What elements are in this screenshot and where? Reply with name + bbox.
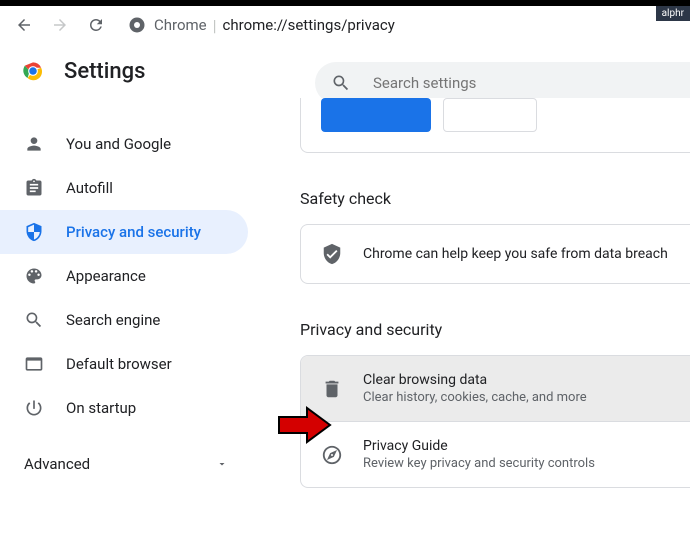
settings-content: Safety check Chrome can help keep you sa… xyxy=(260,98,690,529)
safety-check-title: Safety check xyxy=(300,189,690,208)
sidebar-item-autofill[interactable]: Autofill xyxy=(0,166,248,210)
clipboard-icon xyxy=(24,178,44,198)
search-input[interactable] xyxy=(373,74,674,92)
address-bar[interactable]: Chrome | chrome://settings/privacy xyxy=(128,10,682,40)
shield-icon xyxy=(24,222,44,242)
trash-icon xyxy=(321,378,343,400)
clear-browsing-data-item[interactable]: Clear browsing data Clear history, cooki… xyxy=(301,356,690,421)
sidebar-item-label: On startup xyxy=(66,399,136,417)
safety-check-card[interactable]: Chrome can help keep you safe from data … xyxy=(300,224,690,284)
sidebar-item-privacy[interactable]: Privacy and security xyxy=(0,210,248,254)
reload-button[interactable] xyxy=(80,9,112,41)
sidebar-item-you-and-google[interactable]: You and Google xyxy=(0,122,248,166)
privacy-guide-desc: Review key privacy and security controls xyxy=(363,456,670,471)
sidebar-item-label: Privacy and security xyxy=(66,223,201,241)
reload-icon xyxy=(87,16,105,34)
sidebar-item-label: Appearance xyxy=(66,267,146,285)
chevron-down-icon xyxy=(216,458,228,470)
compass-icon xyxy=(321,444,343,466)
back-button[interactable] xyxy=(8,9,40,41)
sidebar-item-label: You and Google xyxy=(66,135,171,153)
clear-data-desc: Clear history, cookies, cache, and more xyxy=(363,390,670,405)
sidebar-item-appearance[interactable]: Appearance xyxy=(0,254,248,298)
clear-data-title: Clear browsing data xyxy=(363,372,670,388)
privacy-section-title: Privacy and security xyxy=(300,320,690,339)
sidebar-item-default-browser[interactable]: Default browser xyxy=(0,342,248,386)
chrome-info-icon xyxy=(128,16,146,34)
safety-check-text: Chrome can help keep you safe from data … xyxy=(363,246,668,262)
url-path: chrome://settings/privacy xyxy=(223,16,395,34)
url-separator: | xyxy=(213,16,217,35)
back-arrow-icon xyxy=(15,16,33,34)
person-icon xyxy=(24,134,44,154)
forward-arrow-icon xyxy=(51,16,69,34)
verified-shield-icon xyxy=(321,243,343,265)
browser-toolbar: Chrome | chrome://settings/privacy xyxy=(0,6,690,44)
forward-button[interactable] xyxy=(44,9,76,41)
chrome-logo-icon xyxy=(20,58,46,84)
sidebar-advanced-toggle[interactable]: Advanced xyxy=(0,442,260,486)
primary-button-partial[interactable] xyxy=(321,98,431,132)
search-icon xyxy=(331,73,351,93)
page-title: Settings xyxy=(64,59,145,84)
advanced-label: Advanced xyxy=(24,455,90,473)
power-icon xyxy=(24,398,44,418)
sidebar-item-label: Default browser xyxy=(66,355,172,373)
top-card-partial xyxy=(300,98,690,153)
annotation-arrow-icon xyxy=(277,405,332,445)
browser-icon xyxy=(24,354,44,374)
privacy-items-list: Clear browsing data Clear history, cooki… xyxy=(300,355,690,488)
watermark-badge: alphr xyxy=(656,6,690,21)
sidebar-item-on-startup[interactable]: On startup xyxy=(0,386,248,430)
settings-sidebar: You and Google Autofill Privacy and secu… xyxy=(0,98,260,529)
search-icon xyxy=(24,310,44,330)
sidebar-item-label: Search engine xyxy=(66,311,160,329)
palette-icon xyxy=(24,266,44,286)
url-scheme: Chrome xyxy=(154,16,207,34)
privacy-guide-item[interactable]: Privacy Guide Review key privacy and sec… xyxy=(301,421,690,487)
secondary-button-partial[interactable] xyxy=(443,98,537,132)
privacy-guide-title: Privacy Guide xyxy=(363,438,670,454)
sidebar-item-search-engine[interactable]: Search engine xyxy=(0,298,248,342)
sidebar-item-label: Autofill xyxy=(66,179,113,197)
